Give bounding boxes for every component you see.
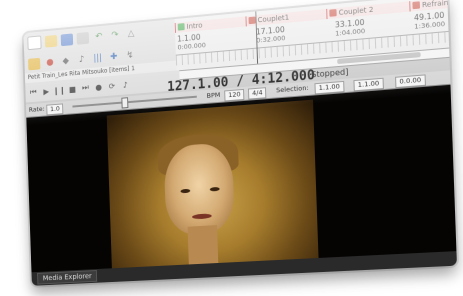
region-label: Refrain 1 <box>421 0 456 10</box>
region-marker[interactable]: Couplet1 <box>245 8 328 27</box>
media-explorer-tab[interactable]: Media Explorer <box>37 269 98 285</box>
video-subject-face <box>163 142 236 236</box>
region-color-marker <box>412 1 421 10</box>
bpm-label: BPM <box>206 90 221 100</box>
video-frame <box>106 99 319 273</box>
ruler-position: 49.1.00 1:36.000 <box>414 10 445 31</box>
ruler-time: 0:32.000 <box>256 33 286 45</box>
pause-icon[interactable]: ❙❙ <box>53 84 66 96</box>
selection-label: Selection: <box>275 83 309 95</box>
region-marker[interactable]: Intro <box>174 16 247 33</box>
snap-icon[interactable]: ◆ <box>60 55 73 68</box>
region-label: Couplet1 <box>257 13 290 25</box>
stop-icon[interactable]: ■ <box>67 83 78 95</box>
redo-icon[interactable]: ↷ <box>109 29 122 42</box>
screenshot-stage: ↶ ↷ △ ● ◆ ♪ ||| ✚ ↯ Petit Train_Les Rita… <box>0 0 463 296</box>
repeat-icon[interactable]: ⟳ <box>106 80 117 92</box>
bpm-field[interactable]: 120 <box>224 88 245 102</box>
ruler-position: 1.1.00 0:00.000 <box>177 32 206 52</box>
lock-icon[interactable]: ✚ <box>107 51 120 64</box>
region-label: Couplet 2 <box>338 5 374 17</box>
region-lane: Intro Couplet1 Couplet 2 Refrain 1 <box>174 0 457 33</box>
selection-end-field[interactable]: 1.1.00 <box>353 77 384 92</box>
selection-start-field[interactable]: 1.1.00 <box>314 80 345 95</box>
metronome-icon[interactable]: △ <box>125 27 138 40</box>
selection-length-field[interactable]: 0.0.00 <box>395 74 426 89</box>
save-icon[interactable] <box>60 33 74 47</box>
grid-icon[interactable] <box>28 57 41 71</box>
rate-field[interactable]: 1.0 <box>46 103 64 116</box>
rate-slider-knob[interactable] <box>121 97 129 109</box>
locking-settings-icon[interactable]: ↯ <box>124 49 137 62</box>
open-folder-icon[interactable] <box>44 34 58 48</box>
region-marker[interactable]: Refrain 1 <box>409 0 457 12</box>
metronome-toggle-icon[interactable]: ♪ <box>120 79 131 91</box>
region-marker[interactable]: Couplet 2 <box>326 1 411 20</box>
ruler-time: 1:36.000 <box>414 19 446 31</box>
envelope-icon[interactable]: ♪ <box>75 54 88 67</box>
go-to-end-icon[interactable]: ⏭ <box>80 82 91 94</box>
new-project-icon[interactable] <box>27 35 42 51</box>
region-color-marker <box>177 23 185 31</box>
go-to-start-icon[interactable]: ⏮ <box>28 87 39 98</box>
record-icon[interactable]: ● <box>93 81 104 93</box>
time-signature-field[interactable]: 4/4 <box>247 87 267 100</box>
ruler-time: 0:00.000 <box>177 41 207 52</box>
ruler-position: 33.1.00 1:04.000 <box>335 18 366 39</box>
ripple-icon[interactable]: ● <box>44 56 56 69</box>
project-settings-icon[interactable] <box>76 31 90 45</box>
video-subject-neck <box>187 225 219 267</box>
region-label: Intro <box>186 21 203 31</box>
ruler-time: 1:04.000 <box>335 26 366 38</box>
video-window <box>26 84 457 273</box>
ruler-position: 17.1.00 0:32.000 <box>256 25 286 46</box>
region-color-marker <box>329 9 337 17</box>
transport-status: [Stopped] <box>307 67 349 80</box>
auto-crossfade-icon[interactable]: ||| <box>91 52 104 65</box>
rate-label: Rate: <box>28 104 45 114</box>
play-icon[interactable]: ▶ <box>41 85 52 96</box>
undo-icon[interactable]: ↶ <box>93 30 106 43</box>
daw-window: ↶ ↷ △ ● ◆ ♪ ||| ✚ ↯ Petit Train_Les Rita… <box>23 0 457 286</box>
